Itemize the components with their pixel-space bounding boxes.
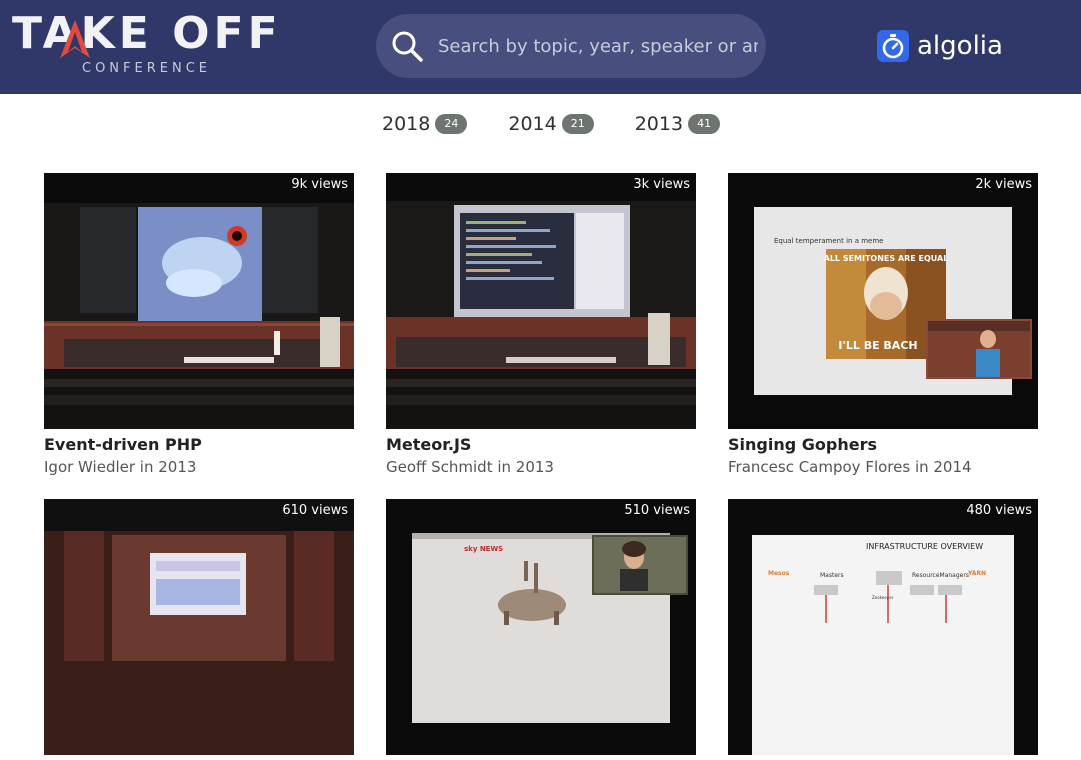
- talk-card[interactable]: sky NEWS 510 views: [386, 499, 696, 760]
- talk-thumbnail[interactable]: INFRASTRUCTURE OVERVIEW Mesos Masters Re…: [728, 499, 1038, 755]
- talk-thumbnail[interactable]: 9k views: [44, 173, 354, 429]
- year-filter-2013[interactable]: 2013 41: [634, 110, 721, 138]
- search-icon: [392, 31, 423, 62]
- year-filter-2018[interactable]: 2018 24: [382, 110, 468, 138]
- year-label: 2018: [382, 113, 431, 135]
- talk-thumbnail[interactable]: 3k views: [386, 173, 696, 429]
- view-count: 610 views: [282, 503, 348, 518]
- infra-masters: Masters: [820, 572, 844, 579]
- news-clip-image: sky NEWS: [386, 499, 696, 755]
- talk-thumbnail[interactable]: sky NEWS 510 views: [386, 499, 696, 755]
- talk-card[interactable]: 610 views: [44, 499, 354, 760]
- algolia-link[interactable]: algolia: [877, 28, 1003, 64]
- talk-card[interactable]: 9k views Event-driven PHP Igor Wiedler i…: [44, 173, 354, 477]
- meme-top-text: ALL SEMITONES ARE EQUAL: [824, 254, 949, 263]
- talk-card[interactable]: INFRASTRUCTURE OVERVIEW Mesos Masters Re…: [728, 499, 1038, 760]
- talk-card[interactable]: Equal temperament in a meme ALL SEMITONE…: [728, 173, 1038, 477]
- count-badge: 21: [561, 114, 594, 134]
- talk-title[interactable]: Meteor.JS: [386, 434, 696, 456]
- view-count: 510 views: [624, 503, 690, 518]
- infra-resource-managers: ResourceManagers: [912, 572, 969, 579]
- talk-thumbnail[interactable]: Equal temperament in a meme ALL SEMITONE…: [728, 173, 1038, 429]
- talk-title[interactable]: Singing Gophers: [728, 434, 1038, 456]
- view-count: 9k views: [291, 177, 348, 192]
- conference-room-image: [44, 499, 354, 755]
- infrastructure-slide-image: INFRASTRUCTURE OVERVIEW Mesos Masters Re…: [728, 499, 1038, 755]
- talk-meta: Geoff Schmidt in 2013: [386, 458, 554, 476]
- year-label: 2014: [508, 113, 557, 135]
- count-badge: 41: [688, 114, 721, 134]
- talk-title[interactable]: Event-driven PHP: [44, 434, 354, 456]
- takeoff-logo[interactable]: TAKE OFF CONFERENCE: [12, 12, 296, 80]
- meme-bottom-text: I'LL BE BACH: [838, 339, 917, 352]
- talk-meta: Francesc Campoy Flores in 2014: [728, 458, 972, 476]
- view-count: 3k views: [633, 177, 690, 192]
- talk-card[interactable]: 3k views Meteor.JS Geoff Schmidt in 2013: [386, 173, 696, 477]
- meme-caption: Equal temperament in a meme: [774, 237, 883, 245]
- year-filter-2014[interactable]: 2014 21: [508, 110, 594, 138]
- infra-yarn: YARN: [967, 570, 986, 577]
- stopwatch-icon: [877, 30, 909, 62]
- rocket-icon: [60, 20, 90, 58]
- stage-code-slide-image: [386, 173, 696, 429]
- logo-title: TAKE OFF: [12, 8, 282, 59]
- year-label: 2013: [634, 113, 684, 135]
- stage-black-hole-image: [44, 173, 354, 429]
- count-badge: 24: [435, 114, 468, 134]
- meme-slide-image: Equal temperament in a meme ALL SEMITONE…: [728, 173, 1038, 429]
- search-box[interactable]: [376, 14, 766, 78]
- year-filter: 2018 24 2014 21 2013 41: [382, 110, 761, 140]
- algolia-wordmark: algolia: [917, 31, 1003, 61]
- infra-mesos: Mesos: [768, 570, 790, 577]
- logo-subtitle: CONFERENCE: [82, 61, 211, 76]
- view-count: 480 views: [966, 503, 1032, 518]
- site-header: TAKE OFF CONFERENCE algolia: [0, 0, 1081, 94]
- infra-title: INFRASTRUCTURE OVERVIEW: [866, 542, 983, 551]
- talk-meta: Igor Wiedler in 2013: [44, 458, 197, 476]
- view-count: 2k views: [975, 177, 1032, 192]
- search-input[interactable]: [438, 30, 758, 62]
- news-logo: sky NEWS: [464, 545, 503, 553]
- infra-zookeeper: Zookeeper: [872, 595, 894, 600]
- talk-thumbnail[interactable]: 610 views: [44, 499, 354, 755]
